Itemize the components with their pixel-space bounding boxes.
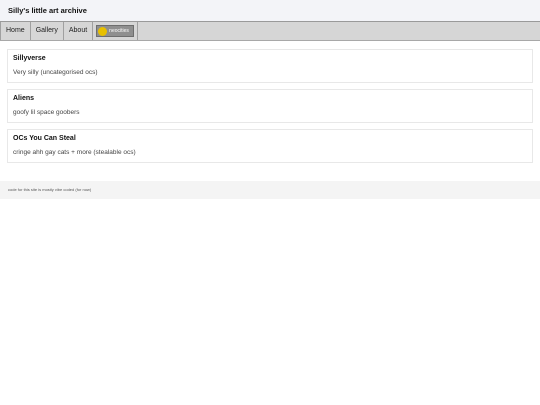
smiley-icon — [98, 26, 108, 36]
nav-bar: Home Gallery About neocities — [0, 22, 540, 41]
neocities-badge[interactable]: neocities — [93, 22, 139, 40]
nav-home[interactable]: Home — [0, 22, 31, 40]
site-header: Silly's little art archive — [0, 0, 540, 22]
card-ocs-you-can-steal[interactable]: OCs You Can Steal cringe ahh gay cats + … — [7, 129, 533, 163]
card-description: Very silly (uncategorised ocs) — [13, 69, 98, 76]
card-title[interactable]: Aliens — [13, 95, 527, 102]
nav-about[interactable]: About — [64, 22, 94, 40]
card-aliens[interactable]: Aliens goofy lil space goobers — [7, 89, 533, 123]
card-description: cringe ahh gay cats + more (stealable oc… — [13, 149, 136, 156]
card-title[interactable]: Sillyverse — [13, 55, 527, 62]
card-title[interactable]: OCs You Can Steal — [13, 135, 527, 142]
card-sillyverse[interactable]: Sillyverse Very silly (uncategorised ocs… — [7, 49, 533, 83]
card-description: goofy lil space goobers — [13, 109, 80, 116]
badge-image: neocities — [96, 25, 135, 37]
footer-text: code for this site is mostly vibe coded … — [8, 187, 92, 192]
main-content: Sillyverse Very silly (uncategorised ocs… — [0, 41, 540, 175]
badge-label: neocities — [109, 28, 129, 34]
nav-gallery[interactable]: Gallery — [31, 22, 64, 40]
site-title: Silly's little art archive — [8, 6, 87, 15]
site-footer: code for this site is mostly vibe coded … — [0, 181, 540, 199]
